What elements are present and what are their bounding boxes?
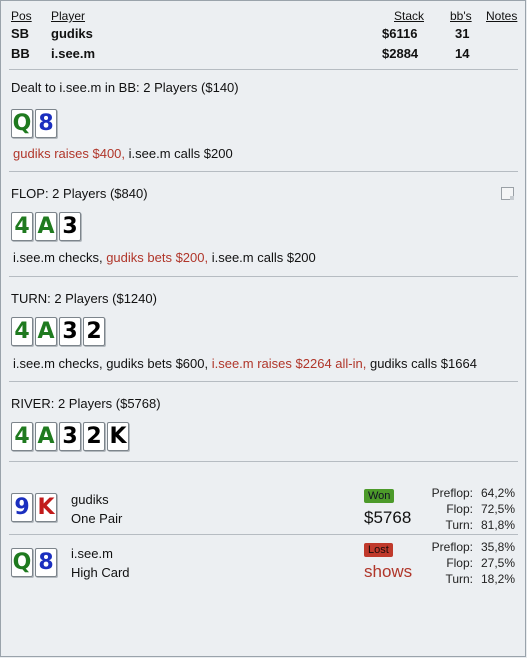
divider (9, 461, 518, 462)
stat-label: Flop: (446, 502, 473, 516)
turn-cards: 4 A 3 2 (11, 317, 105, 346)
player-name: i.see.m (51, 46, 96, 61)
stat-value: 18,2% (480, 572, 515, 586)
card: 3 (59, 212, 81, 241)
flop-actions: i.see.m checks, gudiks bets $200, i.see.… (13, 250, 316, 265)
card: 8 (35, 109, 57, 138)
divider (9, 171, 518, 172)
stat-value: 81,8% (480, 518, 515, 532)
won-badge: Won (364, 489, 395, 503)
player-bbs: 14 (455, 46, 470, 61)
note-icon[interactable] (501, 187, 514, 200)
river-title: RIVER: 2 Players ($5768) (11, 396, 161, 411)
flop-title: FLOP: 2 Players ($840) (11, 186, 148, 201)
stat-label: Preflop: (431, 486, 473, 500)
flop-cards: 4 A 3 (11, 212, 81, 241)
result-amount: $5768 (364, 508, 412, 527)
lost-badge: Lost (364, 543, 393, 557)
player-pos: BB (11, 46, 30, 61)
card: Q (11, 548, 33, 577)
action-text: i.see.m calls $200 (125, 146, 233, 161)
card: 8 (35, 548, 57, 577)
stat-label: Turn: (445, 572, 473, 586)
stat-label: Turn: (445, 518, 473, 532)
result-shows: shows (364, 562, 413, 581)
stat-value: 72,5% (480, 502, 515, 516)
card: A (35, 317, 57, 346)
action-text: gudiks calls $1664 (366, 356, 477, 371)
card: 9 (11, 493, 33, 522)
card: 2 (83, 317, 105, 346)
preflop-title: Dealt to i.see.m in BB: 2 Players ($140) (11, 80, 239, 95)
col-header-pos[interactable]: Pos (11, 9, 32, 23)
hand-replay-panel: Pos Player Stack bb's Notes SB gudiks $6… (0, 0, 526, 657)
stat-value: 27,5% (480, 556, 515, 570)
divider (9, 69, 518, 70)
result-hand: High Card (71, 565, 130, 580)
showdown-cards: Q 8 (11, 548, 57, 577)
divider (9, 381, 518, 382)
action-text: i.see.m checks, (13, 250, 107, 265)
card: A (35, 422, 57, 451)
card: 2 (83, 422, 105, 451)
stat-value: 64,2% (480, 486, 515, 500)
river-cards: 4 A 3 2 K (11, 422, 129, 451)
card: 3 (59, 317, 81, 346)
player-stack: $6116 (382, 26, 418, 41)
col-header-stack[interactable]: Stack (394, 9, 424, 23)
card: K (107, 422, 129, 451)
card: K (35, 493, 57, 522)
hole-cards: Q 8 (11, 109, 57, 138)
divider (9, 534, 518, 535)
action-text: i.see.m checks, gudiks bets $600, (13, 356, 212, 371)
action-text: i.see.m raises $2264 all-in, (211, 356, 367, 371)
turn-actions: i.see.m checks, gudiks bets $600, i.see.… (13, 356, 477, 371)
card: 3 (59, 422, 81, 451)
card: 4 (11, 212, 33, 241)
col-header-player[interactable]: Player (51, 9, 85, 23)
player-stack: $2884 (382, 46, 419, 61)
player-bbs: 31 (455, 26, 470, 41)
action-text: gudiks raises $400, (13, 146, 126, 161)
action-text: gudiks bets $200, (106, 250, 209, 265)
player-name: gudiks (51, 26, 93, 41)
stat-value: 35,8% (480, 540, 515, 554)
card: 4 (11, 317, 33, 346)
col-header-notes[interactable]: Notes (486, 9, 517, 23)
preflop-actions: gudiks raises $400, i.see.m calls $200 (13, 146, 233, 161)
player-pos: SB (11, 26, 30, 41)
stat-label: Flop: (446, 556, 473, 570)
result-player-name: gudiks (71, 492, 109, 507)
action-text: i.see.m calls $200 (208, 250, 316, 265)
stat-label: Preflop: (431, 540, 473, 554)
result-hand: One Pair (71, 511, 123, 526)
divider (9, 276, 518, 277)
showdown-cards: 9 K (11, 493, 57, 522)
result-player-name: i.see.m (71, 546, 113, 561)
card: Q (11, 109, 33, 138)
card: 4 (11, 422, 33, 451)
card: A (35, 212, 57, 241)
col-header-bbs[interactable]: bb's (450, 9, 472, 23)
turn-title: TURN: 2 Players ($1240) (11, 291, 157, 306)
